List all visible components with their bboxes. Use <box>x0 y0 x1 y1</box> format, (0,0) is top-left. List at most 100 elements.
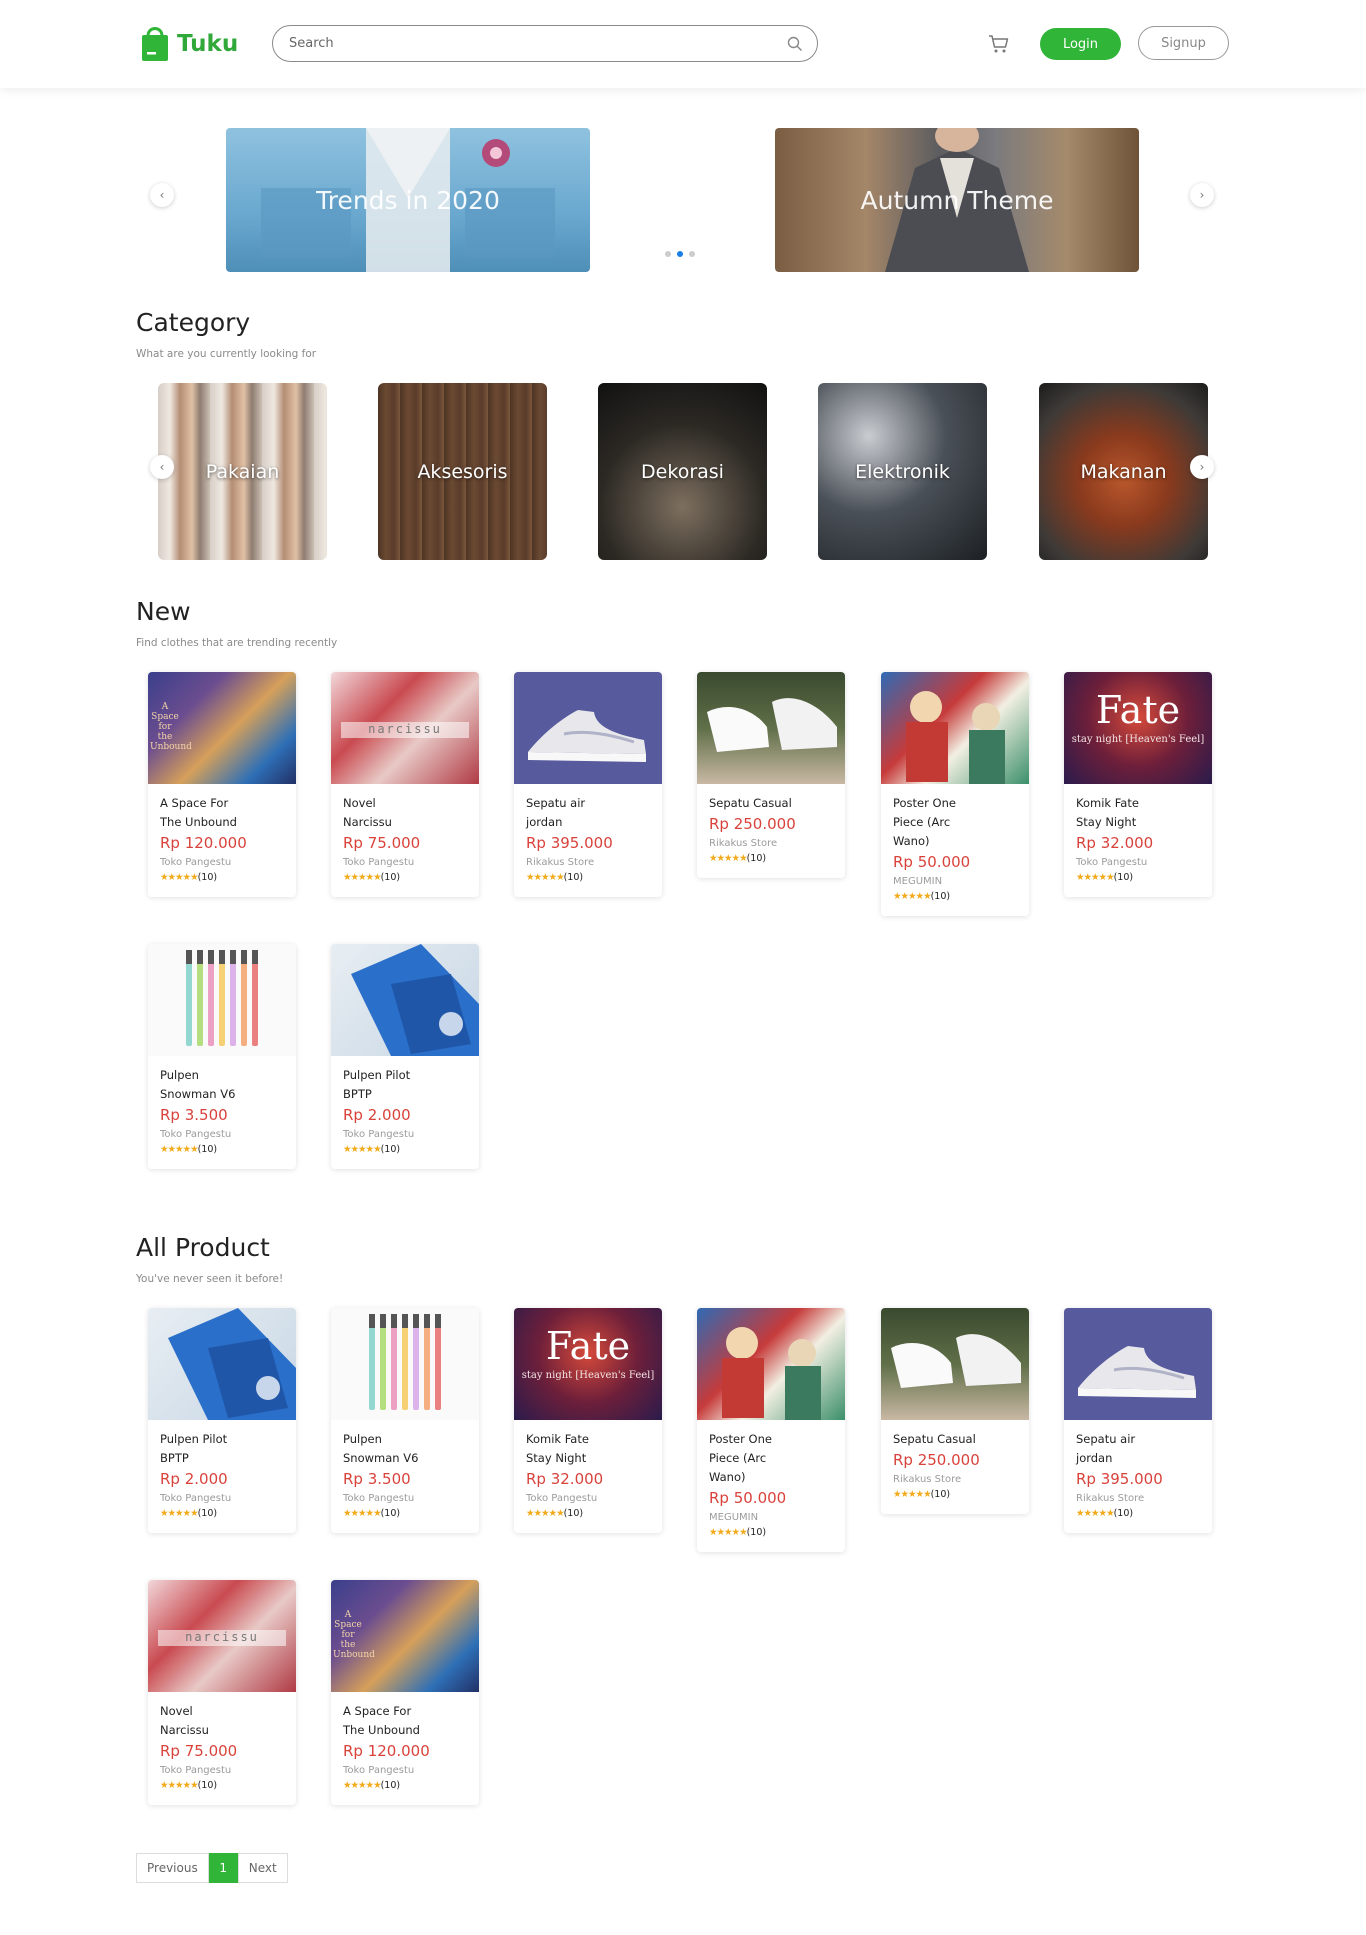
product-name[interactable]: Novel Narcissu <box>343 794 467 832</box>
pens-graphic <box>369 1314 441 1410</box>
search-bar <box>272 25 818 62</box>
cart-icon[interactable] <box>988 34 1010 54</box>
category-card-aksesoris[interactable]: Aksesoris <box>378 383 547 560</box>
category-title: Category <box>136 308 251 337</box>
product-image[interactable] <box>331 1308 479 1420</box>
product-name[interactable]: Novel Narcissu <box>160 1702 284 1740</box>
product-name[interactable]: Sepatu Casual <box>893 1430 1017 1449</box>
carousel-next-icon[interactable]: › <box>1190 183 1214 207</box>
product-image[interactable] <box>331 944 479 1056</box>
all-product-title: All Product <box>136 1233 270 1262</box>
product-name[interactable]: Komik Fate Stay Night <box>1076 794 1200 832</box>
category-label: Dekorasi <box>641 460 724 483</box>
category-card-makanan[interactable]: Makanan <box>1039 383 1208 560</box>
carousel-slide[interactable]: Trends in 2020 <box>226 128 590 272</box>
category-card-elektronik[interactable]: Elektronik <box>818 383 987 560</box>
product-store: Toko Pangestu <box>343 857 415 868</box>
category-card-pakaian[interactable]: Pakaian <box>158 383 327 560</box>
product-name[interactable]: Pulpen Pilot BPTP <box>160 1430 284 1468</box>
star-rating-icon: ★★★★★ <box>526 872 565 883</box>
category-label: Elektronik <box>855 460 950 483</box>
carousel-prev-icon[interactable]: ‹ <box>150 183 174 207</box>
product-card[interactable]: Poster One Piece (Arc Wano) Rp 50.000 MEGU… <box>881 672 1029 916</box>
carousel-dot[interactable] <box>665 251 671 257</box>
product-card[interactable]: narcissu Novel Narcissu Rp 75.000 Toko Pang… <box>148 1580 296 1805</box>
space-logo-text: A Space for the Unbound <box>333 1610 375 1660</box>
product-image[interactable]: A Space for the Unbound <box>148 672 296 784</box>
product-rating: ★★★★★(10) <box>343 1507 467 1521</box>
current-page-button[interactable]: 1 <box>208 1853 238 1883</box>
product-store: Toko Pangestu <box>343 1765 415 1776</box>
product-card[interactable]: Sepatu Casual Rp 250.000 Rikakus Store ★★★★… <box>697 672 845 878</box>
carousel-dot[interactable] <box>689 251 695 257</box>
product-card[interactable]: Poster One Piece (Arc Wano) Rp 50.000 MEGU… <box>697 1308 845 1552</box>
previous-page-button[interactable]: Previous <box>136 1853 209 1883</box>
rating-count: (10) <box>1113 1508 1134 1519</box>
product-image[interactable] <box>881 1308 1029 1420</box>
product-card[interactable]: A Space for the Unbound A Space For The U… <box>331 1580 479 1805</box>
product-card[interactable]: Sepatu Casual Rp 250.000 Rikakus Store ★★★★… <box>881 1308 1029 1514</box>
product-image[interactable] <box>1064 1308 1212 1420</box>
product-name[interactable]: A Space For The Unbound <box>160 794 284 832</box>
star-rating-icon: ★★★★★ <box>160 1780 199 1791</box>
product-card[interactable]: A Space for the Unbound A Space For The U… <box>148 672 296 897</box>
search-icon[interactable] <box>787 36 803 52</box>
product-name[interactable]: Poster One Piece (Arc Wano) <box>709 1430 833 1487</box>
product-rating: ★★★★★(10) <box>1076 1507 1200 1521</box>
product-card[interactable]: Pulpen Pilot BPTP Rp 2.000 Toko Pangestu ★★… <box>331 944 479 1169</box>
product-store: Rikakus Store <box>893 1474 962 1485</box>
product-image[interactable] <box>514 672 662 784</box>
product-image[interactable] <box>148 944 296 1056</box>
product-card[interactable]: Sepatu air jordan Rp 395.000 Rikakus Store… <box>1064 1308 1212 1533</box>
carousel-dot-active[interactable] <box>677 251 683 257</box>
signup-button[interactable]: Signup <box>1138 26 1229 60</box>
product-price: Rp 120.000 <box>160 834 247 852</box>
product-store: Toko Pangestu <box>160 1493 232 1504</box>
category-next-icon[interactable]: › <box>1190 455 1214 479</box>
product-card[interactable]: Fate stay night [Heaven's Feel] Komik Fate… <box>514 1308 662 1533</box>
category-label: Makanan <box>1080 460 1167 483</box>
product-name[interactable]: A Space For The Unbound <box>343 1702 467 1740</box>
category-prev-icon[interactable]: ‹ <box>150 455 174 479</box>
product-rating: ★★★★★(10) <box>343 871 467 885</box>
product-card[interactable]: Fate stay night [Heaven's Feel] Komik Fate… <box>1064 672 1212 897</box>
product-name[interactable]: Sepatu air jordan <box>526 794 650 832</box>
product-name[interactable]: Pulpen Snowman V6 <box>160 1066 284 1104</box>
carousel-slide[interactable]: Autumn Theme <box>775 128 1139 272</box>
all-product-subtitle: You've never seen it before! <box>136 1273 284 1285</box>
star-rating-icon: ★★★★★ <box>343 1780 382 1791</box>
product-card[interactable]: Pulpen Snowman V6 Rp 3.500 Toko Pangestu ★★… <box>331 1308 479 1533</box>
product-image[interactable] <box>697 1308 845 1420</box>
product-card[interactable]: Pulpen Pilot BPTP Rp 2.000 Toko Pangestu ★★… <box>148 1308 296 1533</box>
product-name[interactable]: Sepatu Casual <box>709 794 833 813</box>
product-image[interactable]: narcissu <box>331 672 479 784</box>
product-price: Rp 395.000 <box>526 834 613 852</box>
product-name[interactable]: Komik Fate Stay Night <box>526 1430 650 1468</box>
product-card[interactable]: narcissu Novel Narcissu Rp 75.000 Toko Pang… <box>331 672 479 897</box>
product-image[interactable] <box>881 672 1029 784</box>
product-image[interactable] <box>697 672 845 784</box>
pens-graphic <box>186 950 258 1046</box>
product-image[interactable] <box>148 1308 296 1420</box>
product-card[interactable]: Sepatu air jordan Rp 395.000 Rikakus Store… <box>514 672 662 897</box>
product-name[interactable]: Poster One Piece (Arc Wano) <box>893 794 1017 851</box>
product-price: Rp 2.000 <box>160 1470 228 1488</box>
category-card-dekorasi[interactable]: Dekorasi <box>598 383 767 560</box>
product-name[interactable]: Pulpen Snowman V6 <box>343 1430 467 1468</box>
poster-graphic <box>906 691 1005 784</box>
product-image[interactable]: narcissu <box>148 1580 296 1692</box>
rating-count: (10) <box>380 872 401 883</box>
product-name[interactable]: Sepatu air jordan <box>1076 1430 1200 1468</box>
fate-logo-text: Fate <box>1095 688 1181 732</box>
search-input[interactable] <box>273 26 763 61</box>
fate-logo-subtitle: stay night [Heaven's Feel] <box>521 1370 655 1381</box>
brand-logo[interactable]: Tuku <box>140 22 238 62</box>
product-name[interactable]: Pulpen Pilot BPTP <box>343 1066 467 1104</box>
next-page-button[interactable]: Next <box>237 1853 288 1883</box>
rating-count: (10) <box>380 1780 401 1791</box>
product-card[interactable]: Pulpen Snowman V6 Rp 3.500 Toko Pangestu ★★… <box>148 944 296 1169</box>
product-image[interactable]: Fate stay night [Heaven's Feel] <box>1064 672 1212 784</box>
login-button[interactable]: Login <box>1040 28 1121 60</box>
product-image[interactable]: Fate stay night [Heaven's Feel] <box>514 1308 662 1420</box>
product-image[interactable]: A Space for the Unbound <box>331 1580 479 1692</box>
